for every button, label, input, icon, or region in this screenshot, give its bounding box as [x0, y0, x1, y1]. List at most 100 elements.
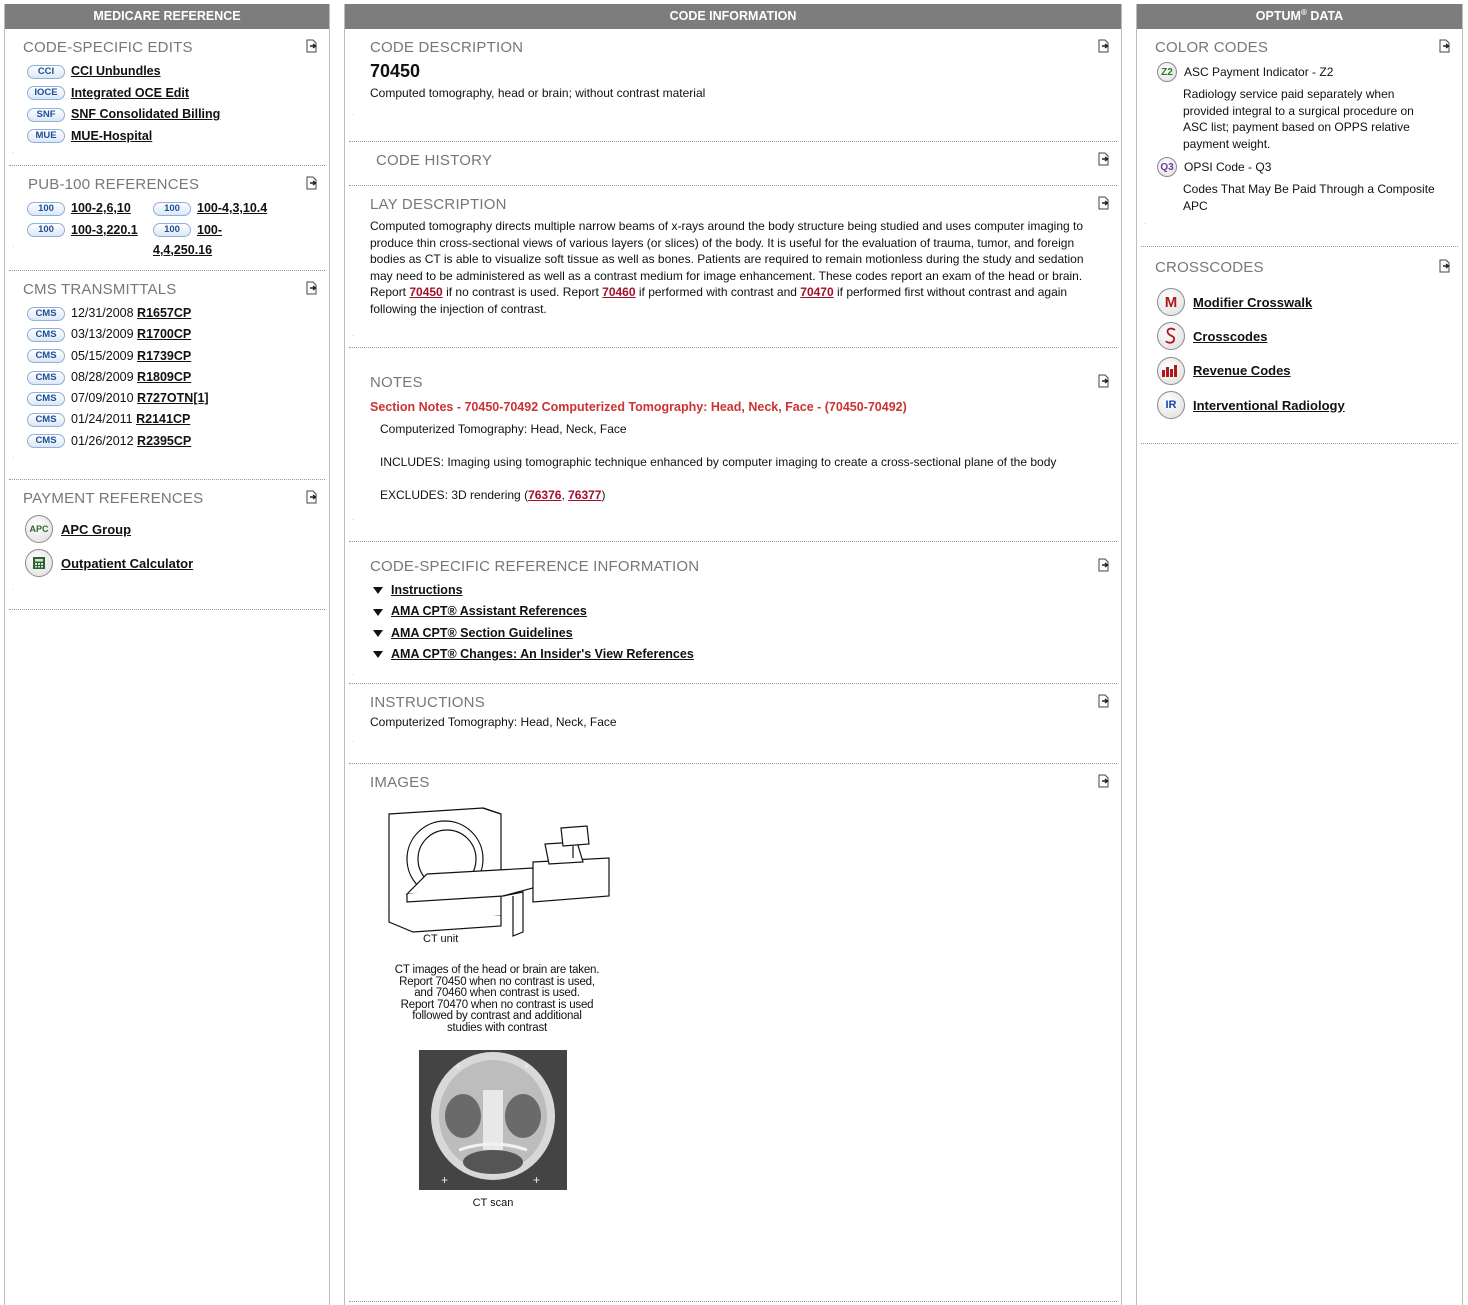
pub-row: 100 100-2,6,10 100 100-4,3,10.4 — [9, 198, 325, 220]
crosscode-row[interactable]: Revenue Codes — [1141, 354, 1458, 388]
edit-row[interactable]: CCI CCI Unbundles — [9, 61, 325, 83]
code-link-70450[interactable]: 70450 — [409, 285, 442, 299]
transmittal-date: 03/13/2009 — [71, 327, 134, 342]
ct-figure: CT unit CT images of the head or brain a… — [349, 796, 1117, 1209]
section-title: PAYMENT REFERENCES — [23, 490, 204, 507]
section-title: LAY DESCRIPTION — [370, 196, 507, 213]
column-header: CODE INFORMATION — [345, 4, 1121, 29]
crosscode-link[interactable]: Revenue Codes — [1193, 363, 1291, 378]
lay-description-text: Computed tomography directs multiple nar… — [370, 219, 1084, 316]
color-codes-section: COLOR CODES Z2 ASC Payment Indicator - Z2… — [1141, 29, 1458, 247]
code-number: 70450 — [370, 61, 421, 81]
transmittal-link[interactable]: R1657CP — [137, 306, 191, 320]
crosscode-link[interactable]: Interventional Radiology — [1193, 398, 1345, 413]
export-icon[interactable] — [1438, 39, 1452, 53]
crosscode-row[interactable]: IR Interventional Radiology — [1141, 388, 1458, 422]
section-title: PUB-100 REFERENCES — [28, 176, 200, 193]
reference-link[interactable]: AMA CPT® Section Guidelines — [391, 626, 573, 640]
section-title: CMS TRANSMITTALS — [23, 281, 177, 298]
transmittal-link[interactable]: R1809CP — [137, 370, 191, 384]
transmittal-date: 01/24/2011 — [71, 412, 133, 427]
images-section: IMAGES CT unit CT images of the head or … — [349, 764, 1117, 1302]
code-history-section[interactable]: CODE HISTORY — [349, 142, 1117, 186]
instructions-text: Computerized Tomography: Head, Neck, Fac… — [370, 715, 617, 729]
reference-link[interactable]: AMA CPT® Changes: An Insider's View Refe… — [391, 647, 694, 661]
crosscodes-icon — [1157, 322, 1185, 351]
edit-link[interactable]: MUE-Hospital — [71, 129, 152, 143]
crosscodes-section: CROSSCODES M Modifier Crosswalk Crosscodes… — [1141, 247, 1458, 444]
pub-100-link[interactable]: 100-4,3,10.4 — [197, 201, 267, 215]
calculator-icon — [25, 549, 53, 577]
color-code-badge-icon: Q3 — [1157, 157, 1177, 177]
reference-list: Instructions AMA CPT® Assistant Reference… — [349, 580, 1117, 665]
cms-transmittal-row: CMS 05/15/2009 R1739CP — [9, 346, 325, 367]
edit-link[interactable]: CCI Unbundles — [71, 64, 161, 78]
cms-transmittal-row: CMS 07/09/2010 R727OTN[1] — [9, 388, 325, 409]
section-title: INSTRUCTIONS — [370, 694, 485, 711]
section-title: NOTES — [370, 374, 423, 391]
edit-row[interactable]: MUE MUE-Hospital — [9, 126, 325, 148]
edit-row[interactable]: SNF SNF Consolidated Billing — [9, 104, 325, 126]
code-link-70470[interactable]: 70470 — [800, 285, 833, 299]
edit-badge: MUE — [27, 129, 65, 144]
export-icon[interactable] — [1097, 39, 1111, 53]
expand-triangle-icon[interactable] — [373, 587, 383, 595]
expand-triangle-icon[interactable] — [373, 629, 383, 637]
apc-group-row[interactable]: APC APC Group — [9, 512, 325, 546]
edit-link[interactable]: SNF Consolidated Billing — [71, 107, 220, 121]
reference-link[interactable]: AMA CPT® Assistant References — [391, 604, 587, 618]
transmittal-link[interactable]: R727OTN[1] — [137, 391, 209, 405]
crosscodes-list: M Modifier Crosswalk Crosscodes Revenue Cod… — [1141, 285, 1458, 422]
outpatient-calculator-link[interactable]: Outpatient Calculator — [61, 556, 193, 571]
export-icon[interactable] — [1097, 196, 1111, 210]
code-link-76377[interactable]: 76377 — [568, 488, 601, 502]
export-icon[interactable] — [305, 490, 319, 504]
cms-badge: CMS — [27, 328, 65, 342]
section-title[interactable]: CODE HISTORY — [349, 142, 1117, 174]
transmittal-link[interactable]: R1739CP — [137, 349, 191, 363]
section-title: CROSSCODES — [1155, 259, 1264, 276]
export-icon[interactable] — [1097, 558, 1111, 572]
svg-text:+: + — [533, 1173, 540, 1187]
color-code-row: Z2 ASC Payment Indicator - Z2 — [1141, 61, 1458, 83]
export-icon[interactable] — [305, 176, 319, 190]
transmittal-link[interactable]: R1700CP — [137, 327, 191, 341]
code-link-76376[interactable]: 76376 — [528, 488, 561, 502]
crosscode-link[interactable]: Modifier Crosswalk — [1193, 295, 1312, 310]
outpatient-calculator-row[interactable]: Outpatient Calculator — [9, 546, 325, 580]
crosscode-row[interactable]: M Modifier Crosswalk — [1141, 285, 1458, 319]
expand-triangle-icon[interactable] — [373, 608, 383, 616]
pub-100-link[interactable]: 100-2,6,10 — [71, 201, 131, 215]
edit-row[interactable]: IOCE Integrated OCE Edit — [9, 83, 325, 105]
pub-100-link[interactable]: 100-3,220.1 — [71, 223, 138, 237]
code-link-70460[interactable]: 70460 — [602, 285, 635, 299]
export-icon[interactable] — [1097, 694, 1111, 708]
export-icon[interactable] — [1097, 152, 1111, 166]
code-description-text: Computed tomography, head or brain; with… — [370, 86, 706, 100]
export-icon[interactable] — [1097, 374, 1111, 388]
column-header: MEDICARE REFERENCE — [5, 4, 329, 29]
reference-information-section: CODE-SPECIFIC REFERENCE INFORMATION Inst… — [349, 542, 1117, 684]
optum-data-column: OPTUM® DATA COLOR CODES Z2 ASC Payment In… — [1136, 4, 1463, 1305]
notes-includes: INCLUDES: Imaging using tomographic tech… — [380, 455, 1057, 469]
export-icon[interactable] — [1097, 774, 1111, 788]
export-icon[interactable] — [305, 39, 319, 53]
reference-row[interactable]: AMA CPT® Assistant References — [349, 601, 1117, 622]
transmittal-link[interactable]: R2395CP — [137, 434, 191, 448]
reference-row[interactable]: AMA CPT® Changes: An Insider's View Refe… — [349, 644, 1117, 665]
apc-group-link[interactable]: APC Group — [61, 522, 131, 537]
crosscode-row[interactable]: Crosscodes — [1141, 319, 1458, 353]
reference-row[interactable]: Instructions — [349, 580, 1117, 601]
reference-row[interactable]: AMA CPT® Section Guidelines — [349, 623, 1117, 644]
interventional-radiology-icon: IR — [1157, 391, 1185, 420]
column-header: OPTUM® DATA — [1137, 4, 1462, 29]
reference-link[interactable]: Instructions — [391, 583, 463, 597]
cms-list: CMS 12/31/2008 R1657CP CMS 03/13/2009 R1700… — [9, 303, 325, 452]
edit-link[interactable]: Integrated OCE Edit — [71, 86, 189, 100]
crosscode-link[interactable]: Crosscodes — [1193, 329, 1267, 344]
code-specific-edits-section: CODE-SPECIFIC EDITS CCI CCI Unbundles IOCE… — [9, 29, 325, 166]
export-icon[interactable] — [305, 281, 319, 295]
export-icon[interactable] — [1438, 259, 1452, 273]
expand-triangle-icon[interactable] — [373, 651, 383, 659]
transmittal-link[interactable]: R2141CP — [136, 412, 190, 426]
